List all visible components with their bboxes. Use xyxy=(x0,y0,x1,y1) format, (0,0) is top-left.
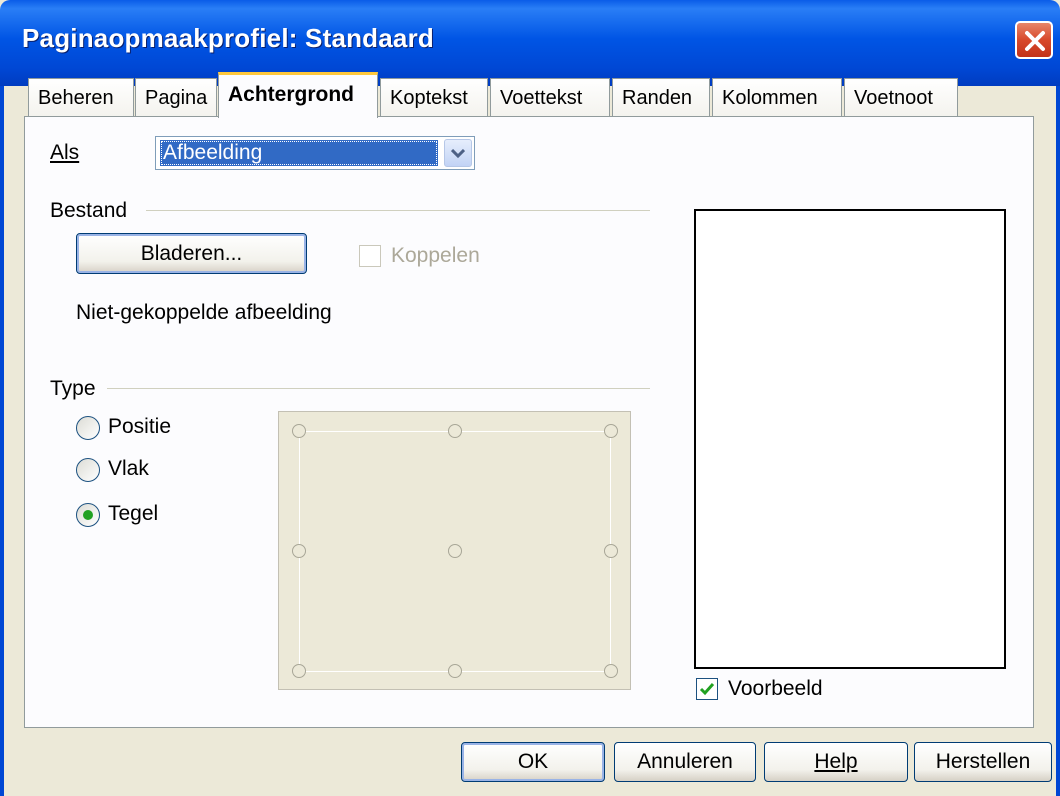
tab-voettekst[interactable]: Voettekst xyxy=(490,78,610,116)
cancel-button[interactable]: Annuleren xyxy=(614,742,756,782)
ok-button-label: OK xyxy=(517,750,549,773)
tab-achtergrond[interactable]: Achtergrond xyxy=(218,72,378,118)
radio-selected-dot xyxy=(83,510,93,520)
preview-box xyxy=(694,209,1006,669)
dropdown-arrow-button[interactable] xyxy=(444,139,472,167)
dialog-window: Paginaopmaakprofiel: Standaard Beheren P… xyxy=(0,0,1060,796)
browse-button[interactable]: Bladeren... xyxy=(76,233,307,274)
title-bar[interactable]: Paginaopmaakprofiel: Standaard xyxy=(0,0,1060,86)
as-dropdown-value: Afbeelding xyxy=(160,140,438,166)
radio-tile[interactable] xyxy=(76,503,100,527)
close-button[interactable] xyxy=(1015,21,1053,59)
type-section-divider xyxy=(107,388,650,389)
window-border-left xyxy=(0,86,4,796)
position-middle-left[interactable] xyxy=(292,544,306,558)
window-title: Paginaopmaakprofiel: Standaard xyxy=(22,23,434,53)
radio-position-label: Positie xyxy=(108,415,172,438)
position-top-right[interactable] xyxy=(604,424,618,438)
position-top-center[interactable] xyxy=(448,424,462,438)
tab-pagina[interactable]: Pagina xyxy=(135,78,217,116)
close-icon xyxy=(1025,31,1045,51)
as-dropdown[interactable]: Afbeelding xyxy=(155,136,475,170)
position-bottom-left[interactable] xyxy=(292,664,306,678)
position-bottom-right[interactable] xyxy=(604,664,618,678)
browse-button-label: Bladeren... xyxy=(140,242,243,265)
checkmark-icon xyxy=(699,683,715,696)
cancel-button-label: Annuleren xyxy=(637,750,733,773)
file-section-divider xyxy=(146,210,650,211)
help-button[interactable]: Help xyxy=(764,742,908,782)
preview-label: Voorbeeld xyxy=(728,677,823,700)
tab-kolommen[interactable]: Kolommen xyxy=(712,78,842,116)
tab-beheren[interactable]: Beheren xyxy=(28,78,134,116)
chevron-down-icon xyxy=(451,149,465,159)
radio-area[interactable] xyxy=(76,458,100,482)
link-status-text: Niet-gekoppelde afbeelding xyxy=(76,301,332,324)
as-label: Als xyxy=(50,141,80,164)
tab-randen[interactable]: Randen xyxy=(612,78,710,116)
reset-button[interactable]: Herstellen xyxy=(914,742,1052,782)
link-label: Koppelen xyxy=(391,244,480,267)
window-border-right xyxy=(1056,86,1060,796)
radio-position[interactable] xyxy=(76,416,100,440)
radio-tile-label: Tegel xyxy=(108,502,159,525)
ok-button[interactable]: OK xyxy=(461,742,605,782)
position-top-left[interactable] xyxy=(292,424,306,438)
tab-koptekst[interactable]: Koptekst xyxy=(380,78,488,116)
type-section-title: Type xyxy=(50,377,96,400)
preview-checkbox[interactable] xyxy=(696,678,718,700)
tab-voetnoot[interactable]: Voetnoot xyxy=(844,78,958,116)
position-middle-right[interactable] xyxy=(604,544,618,558)
file-section-title: Bestand xyxy=(50,199,128,222)
position-bottom-center[interactable] xyxy=(448,664,462,678)
help-button-label: Help xyxy=(814,750,858,773)
position-middle-center[interactable] xyxy=(448,544,462,558)
reset-button-label: Herstellen xyxy=(935,750,1031,773)
position-grid xyxy=(278,411,631,690)
link-checkbox[interactable] xyxy=(359,245,381,267)
radio-area-label: Vlak xyxy=(108,457,149,480)
